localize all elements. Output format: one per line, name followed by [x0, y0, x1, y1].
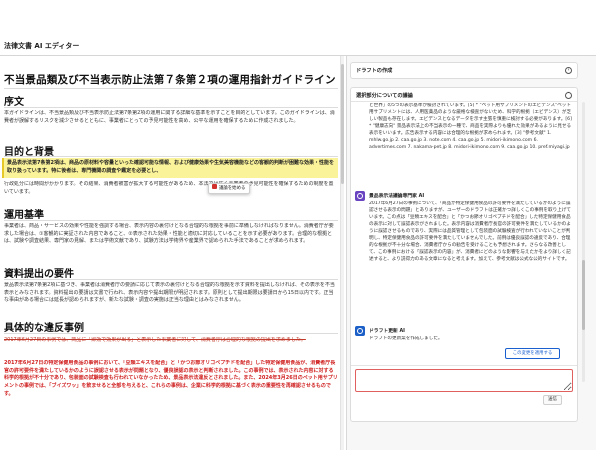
section-heading-preface: 序文 — [4, 97, 24, 108]
discussion-divider — [351, 101, 577, 102]
section-text-purpose[interactable]: 行政処分には時間がかかります。その結果、消費者被害が拡大する可能性があるため、本… — [4, 181, 338, 197]
draft-section-title: ドラフトの作成 — [356, 68, 393, 74]
start-discussion-label: 議論を始める — [219, 186, 246, 191]
section-text-preface[interactable]: 本ガイドラインは、不当景品類及び不当表示防止法第7条第2項の運用に関する詳細な基… — [4, 110, 338, 133]
section-divider — [4, 279, 338, 280]
tracked-deletion[interactable]: 2017年6月27日の事例では、商品に「即効で効果が出る」と表示した事業者に対し… — [4, 337, 338, 356]
logo-mark-icon — [357, 328, 363, 334]
expert-ai-avatar-icon — [355, 191, 365, 201]
message-author: 景品表示法議論専門家 AI — [369, 194, 425, 199]
section-text-standards[interactable]: 事業者は、商品・サービスの効果や性能を強調する場合、表示内容の裏付けとなる合理的… — [4, 223, 338, 254]
panel-scrollbar-thumb[interactable] — [582, 260, 585, 330]
app-title: 法律文書 AI エディター — [4, 42, 80, 50]
start-discussion-button[interactable]: 議論を始める — [208, 183, 251, 194]
section-divider — [4, 220, 338, 221]
section-heading-standards: 運用基準 — [4, 210, 44, 221]
section-divider — [4, 156, 338, 157]
section-heading-submission: 資料提出の要件 — [4, 269, 74, 280]
section-heading-cases: 具体的な違反事例 — [4, 323, 84, 334]
draft-ai-avatar-icon — [355, 326, 365, 336]
chat-message: と世界」の5つの表示基準が検討されています。[5] * "ペット用サプリメントの… — [369, 103, 572, 150]
chat-message: 2017年6月27日の事例について、「商品が特定保健用食品の許可要件を満たしてい… — [369, 201, 571, 262]
discussion-title: 選択部分についての議論 — [356, 93, 413, 99]
comment-icon — [212, 184, 217, 189]
document-title: 不当景品類及び不当表示防止法第７条第２項の運用指針ガイドライン — [4, 74, 336, 86]
document-scrollbar-thumb[interactable] — [341, 64, 344, 184]
section-text-submission[interactable]: 景品表示法第7条第2項に基づき、事業者は消費者庁の要請に応じて表示の裏付けとなる… — [4, 282, 338, 313]
tracked-insertion[interactable]: 2017年6月27日の特定保健用食品の事例において、「豆類エキスを配合」と「かつ… — [4, 360, 338, 430]
chat-input[interactable] — [355, 369, 573, 392]
apply-changes-button[interactable]: この変更を適用する — [505, 348, 560, 359]
chat-message: ドラフトの更新案を作成しました。 — [369, 336, 443, 341]
panel-scrollbar[interactable] — [582, 102, 585, 382]
input-divider — [351, 365, 577, 366]
app-header: 法律文書 AI エディター — [0, 0, 596, 60]
collapse-icon[interactable]: ˅ — [565, 92, 572, 99]
logo-mark-icon — [357, 193, 363, 199]
expand-icon[interactable]: › — [565, 67, 572, 74]
section-divider — [4, 107, 338, 108]
message-author: ドラフト更新 AI — [369, 329, 405, 334]
title-divider — [4, 88, 338, 89]
highlighted-selection[interactable]: 景品表示法第7条第2項は、商品の原材料や容量といった確認可能な情報、および健康効… — [4, 158, 338, 178]
send-button[interactable]: 送信 — [543, 395, 562, 405]
section-divider — [4, 333, 338, 334]
